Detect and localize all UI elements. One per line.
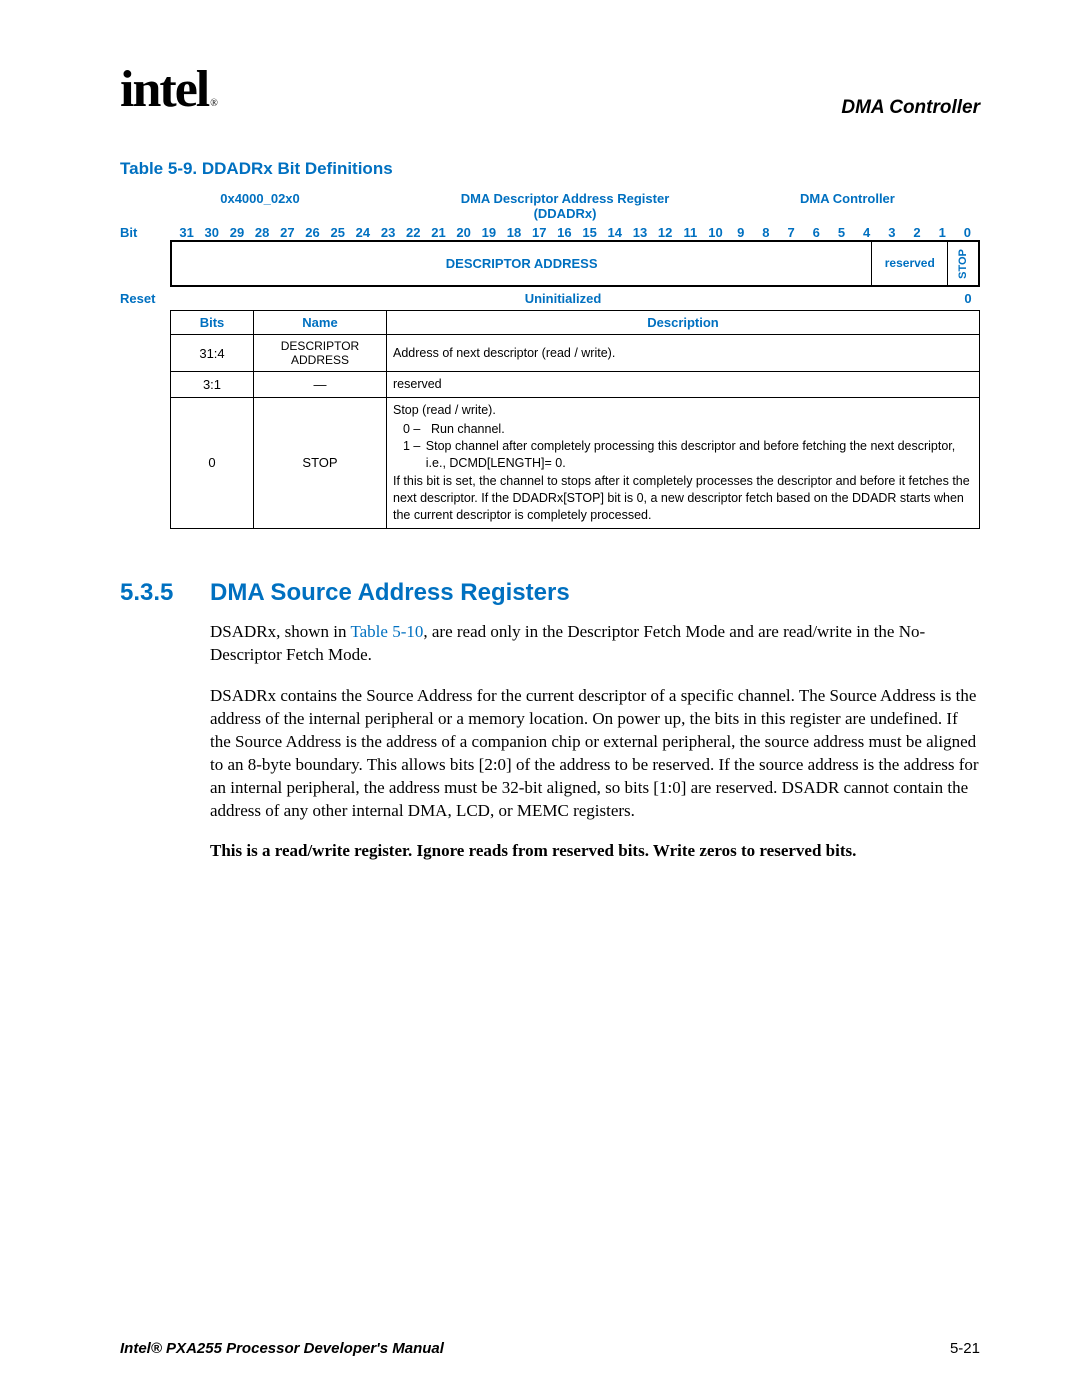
page-header: intel® DMA Controller (120, 60, 980, 119)
bit-number: 2 (904, 225, 929, 240)
col-desc-header: Description (387, 311, 980, 335)
reset-label: Reset (120, 291, 170, 306)
bit-number: 4 (854, 225, 879, 240)
bit-number: 5 (829, 225, 854, 240)
bit-label: Bit (120, 225, 174, 240)
cell-name: DESCRIPTOR ADDRESS (254, 335, 387, 372)
bit-number: 11 (678, 225, 703, 240)
p1-a: DSADRx, shown in (210, 622, 350, 641)
bit-number: 7 (779, 225, 804, 240)
cell-name: — (254, 372, 387, 398)
cell-bits: 3:1 (171, 372, 254, 398)
registered-mark: ® (210, 98, 216, 109)
bit-number: 19 (476, 225, 501, 240)
reset-value: Uninitialized (170, 291, 956, 306)
bit-number: 1 (930, 225, 955, 240)
bit-number: 17 (527, 225, 552, 240)
bit-number: 13 (627, 225, 652, 240)
bit-number: 12 (653, 225, 678, 240)
bit-number: 25 (325, 225, 350, 240)
cell-desc: reserved (387, 372, 980, 398)
col-name-header: Name (254, 311, 387, 335)
bit-number: 6 (804, 225, 829, 240)
section-title: DMA Source Address Registers (210, 579, 570, 607)
bit-number: 9 (728, 225, 753, 240)
logo-text: intel (120, 61, 208, 118)
cell-desc: Stop (read / write). 0 – Run channel. 1 … (387, 397, 980, 528)
cell-bits: 31:4 (171, 335, 254, 372)
bit-number: 21 (426, 225, 451, 240)
bit-number: 10 (703, 225, 728, 240)
desc-option-row: 0 – Run channel. (403, 421, 973, 438)
field-reserved: reserved (872, 242, 948, 285)
body-paragraph-3: This is a read/write register. Ignore re… (210, 841, 980, 861)
bit-definitions-table: Bits Name Description 31:4 DESCRIPTOR AD… (170, 310, 980, 529)
bit-number-row: Bit 313029282726252423222120191817161514… (120, 225, 980, 240)
bit-number: 31 (174, 225, 199, 240)
desc-outro: If this bit is set, the channel to stops… (393, 473, 973, 524)
field-descriptor-address: DESCRIPTOR ADDRESS (172, 242, 872, 285)
bit-number: 15 (577, 225, 602, 240)
register-name-line2: (DDADRx) (350, 206, 780, 221)
bit-grid: 3130292827262524232221201918171615141312… (174, 225, 980, 240)
bit-number: 28 (250, 225, 275, 240)
bit-number: 26 (300, 225, 325, 240)
desc-option-row: 1 – Stop channel after completely proces… (403, 438, 973, 472)
col-bits-header: Bits (171, 311, 254, 335)
bit-number: 18 (501, 225, 526, 240)
cell-desc: Address of next descriptor (read / write… (387, 335, 980, 372)
table-row: 0 STOP Stop (read / write). 0 – Run chan… (171, 397, 980, 528)
opt-key: 1 – (403, 438, 426, 472)
footer-left: Intel® PXA255 Processor Developer's Manu… (120, 1340, 444, 1357)
register-name: DMA Descriptor Address Register (DDADRx) (350, 191, 780, 221)
bit-number: 22 (401, 225, 426, 240)
doc-section-title: DMA Controller (841, 97, 980, 119)
section-number: 5.3.5 (120, 579, 210, 607)
register-name-line1: DMA Descriptor Address Register (350, 191, 780, 206)
bit-number: 27 (275, 225, 300, 240)
field-stop: STOP (948, 242, 978, 285)
opt-val: Stop channel after completely processing… (426, 438, 973, 472)
bit-number: 8 (753, 225, 778, 240)
bit-number: 29 (224, 225, 249, 240)
section-heading: 5.3.5 DMA Source Address Registers (120, 579, 980, 607)
reset-bit0: 0 (956, 291, 980, 306)
bit-number: 3 (879, 225, 904, 240)
table-header-row: Bits Name Description (171, 311, 980, 335)
opt-key: 0 – (403, 421, 431, 438)
body-paragraph-1: DSADRx, shown in Table 5-10, are read on… (210, 621, 980, 667)
cell-name: STOP (254, 397, 387, 528)
bit-number: 23 (376, 225, 401, 240)
opt-val: Run channel. (431, 421, 505, 438)
fields-row: DESCRIPTOR ADDRESS reserved STOP (170, 240, 980, 287)
bit-number: 30 (199, 225, 224, 240)
register-meta-row: 0x4000_02x0 DMA Descriptor Address Regis… (120, 191, 980, 221)
field-stop-label: STOP (957, 249, 969, 279)
page-footer: Intel® PXA255 Processor Developer's Manu… (120, 1340, 980, 1357)
register-address: 0x4000_02x0 (170, 191, 350, 221)
table-row: 31:4 DESCRIPTOR ADDRESS Address of next … (171, 335, 980, 372)
bit-number: 20 (451, 225, 476, 240)
table-caption: Table 5-9. DDADRx Bit Definitions (120, 159, 980, 179)
table-link[interactable]: Table 5-10 (350, 622, 423, 641)
bit-number: 16 (552, 225, 577, 240)
cell-bits: 0 (171, 397, 254, 528)
reset-row: Reset Uninitialized 0 (120, 287, 980, 310)
bit-number: 24 (350, 225, 375, 240)
bit-number: 14 (602, 225, 627, 240)
page: intel® DMA Controller Table 5-9. DDADRx … (0, 0, 1080, 1397)
bit-number: 0 (955, 225, 980, 240)
footer-right: 5-21 (950, 1340, 980, 1357)
body-paragraph-2: DSADRx contains the Source Address for t… (210, 685, 980, 823)
desc-intro: Stop (read / write). (393, 402, 973, 419)
register-module: DMA Controller (780, 191, 980, 221)
table-row: 3:1 — reserved (171, 372, 980, 398)
desc-options: 0 – Run channel. 1 – Stop channel after … (403, 421, 973, 472)
intel-logo: intel® (120, 60, 216, 119)
